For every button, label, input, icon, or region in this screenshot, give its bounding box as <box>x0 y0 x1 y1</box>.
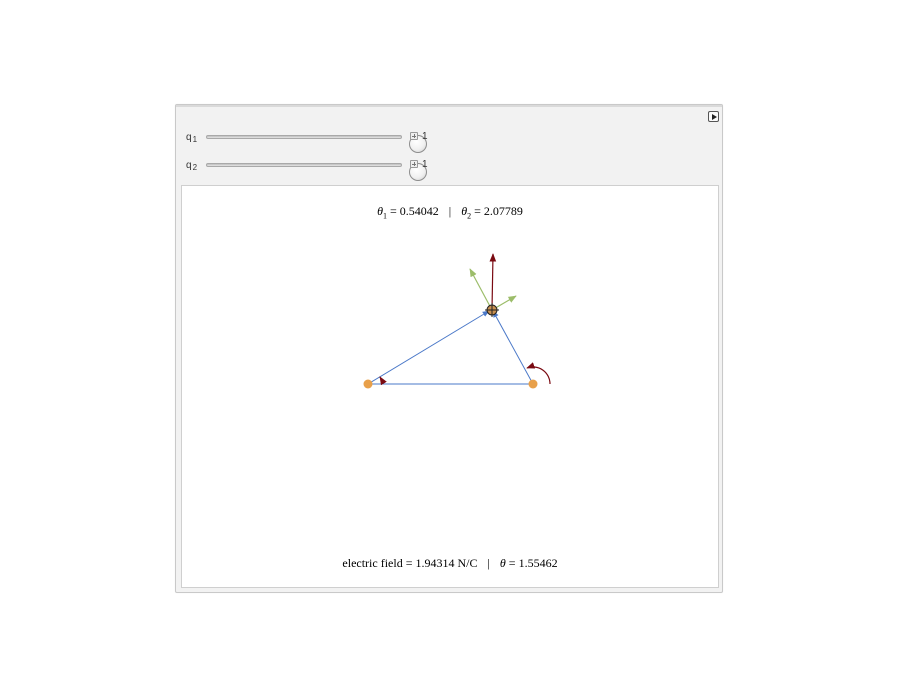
q1-value: 1 <box>422 131 428 142</box>
options-toggle-button[interactable] <box>708 111 719 122</box>
q1-control: q1 1 <box>186 129 446 153</box>
field-readout: electric field = 1.94314 N/C | θ = 1.554… <box>342 556 558 570</box>
field-diagram <box>363 253 551 389</box>
q1-label: q1 <box>186 132 198 144</box>
play-triangle-icon <box>712 113 717 120</box>
q2-control: q2 1 <box>186 157 446 181</box>
manipulate-panel: q1 1 q2 1 θ1 = 0.54042 | θ2 = 2.07789 el… <box>175 104 723 593</box>
q2-value: 1 <box>422 159 428 170</box>
vector-r1 <box>367 310 490 385</box>
vector-r2 <box>492 310 534 385</box>
field-component-2 <box>469 268 493 311</box>
test-point-locator <box>485 303 499 317</box>
field-resultant <box>489 253 497 311</box>
charge-1 <box>363 379 373 389</box>
q1-slider[interactable] <box>206 135 427 153</box>
output-area: θ1 = 0.54042 | θ2 = 2.07789 electric fie… <box>181 185 719 588</box>
panel-top-border <box>176 105 722 107</box>
theta1-arc <box>379 376 387 386</box>
charge-2 <box>528 379 538 389</box>
q2-plus-icon[interactable] <box>410 160 418 168</box>
q2-label: q2 <box>186 160 198 172</box>
q2-slider[interactable] <box>206 163 427 181</box>
q1-plus-icon[interactable] <box>410 132 418 140</box>
